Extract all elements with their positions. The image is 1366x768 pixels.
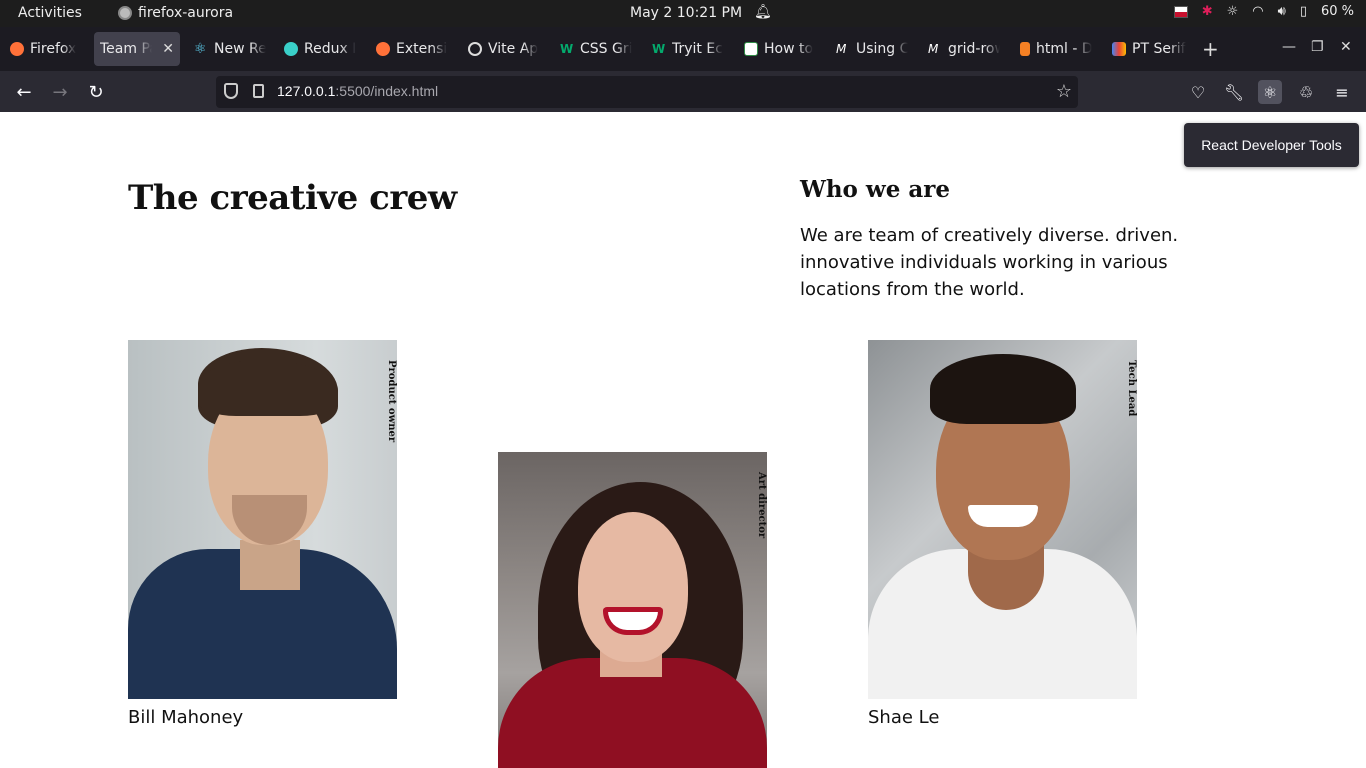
member-card: Product owner Bill Mahoney <box>128 340 397 728</box>
url-bar[interactable]: 127.0.0.1:5500/index.html ☆ <box>216 76 1078 108</box>
slack-icon: ✱ <box>1201 4 1213 19</box>
bookmark-star-icon[interactable]: ☆ <box>1056 81 1072 102</box>
tab-vite-app[interactable]: Vite Ap <box>462 32 546 66</box>
member-photo: Product owner <box>128 340 397 699</box>
tab-html[interactable]: html - D <box>1014 32 1098 66</box>
reload-button[interactable]: ↻ <box>83 79 109 105</box>
forward-button[interactable]: → <box>47 79 73 105</box>
tooltip-react-devtools: React Developer Tools <box>1184 123 1359 167</box>
volume-icon: 🔊︎ <box>1277 4 1286 19</box>
member-role: Product owner <box>386 360 397 443</box>
firefox-icon <box>10 42 24 56</box>
page-icon[interactable] <box>253 84 264 98</box>
tab-firefox[interactable]: Firefox <box>4 32 86 66</box>
member-name: Bill Mahoney <box>128 707 244 728</box>
app-menu[interactable]: firefox-aurora <box>118 5 233 21</box>
tab-tryit-editor[interactable]: W Tryit Ec <box>646 32 730 66</box>
w3-icon: W <box>652 42 666 56</box>
member-photo: Art director <box>498 452 767 768</box>
stackoverflow-icon <box>1020 42 1030 56</box>
system-tray[interactable]: ✱ ☼ ◠ 🔊︎ ▯ 60 % <box>1173 4 1354 19</box>
member-card: Tech Lead Shae Le <box>868 340 1137 728</box>
member-name: Shae Le <box>868 707 940 728</box>
bell-icon: 🔔︎ <box>754 4 772 20</box>
firefox-aurora-icon <box>118 6 132 20</box>
app-name: firefox-aurora <box>138 5 234 21</box>
tab-using-css[interactable]: M Using C <box>830 32 914 66</box>
member-role: Art director <box>756 472 767 539</box>
gfg-icon <box>744 42 758 56</box>
member-role: Tech Lead <box>1126 360 1137 417</box>
redux-icon <box>284 42 298 56</box>
page-title: The creative crew <box>128 178 457 218</box>
tab-strip: Firefox Team Pa ✕ ⚛ New Re Redux I Exten… <box>0 27 1366 71</box>
nav-toolbar: ← → ↻ 127.0.0.1:5500/index.html ☆ ♡ 🔧︎ ⚛… <box>0 71 1366 112</box>
back-button[interactable]: ← <box>11 79 37 105</box>
tab-new-react[interactable]: ⚛ New Re <box>188 32 272 66</box>
tab-css-grid[interactable]: W CSS Gri <box>554 32 638 66</box>
brightness-icon: ☼ <box>1226 4 1239 19</box>
restore-icon[interactable]: ❐ <box>1311 39 1324 55</box>
pocket-icon[interactable]: ♡ <box>1186 80 1210 104</box>
info-icon <box>468 42 482 56</box>
battery-level: 60 % <box>1320 4 1354 19</box>
who-we-are-text: We are team of creatively diverse. drive… <box>800 225 1179 300</box>
tab-team-page[interactable]: Team Pa ✕ <box>94 32 180 66</box>
battery-icon: ▯ <box>1299 4 1307 19</box>
react-devtools-icon[interactable]: ⚛ <box>1258 80 1282 104</box>
react-icon: ⚛ <box>194 41 207 57</box>
google-fonts-icon <box>1112 42 1126 56</box>
close-window-icon[interactable]: ✕ <box>1340 39 1352 55</box>
tab-redux[interactable]: Redux I <box>278 32 362 66</box>
tab-extensions[interactable]: Extensi <box>370 32 454 66</box>
tab-grid-row[interactable]: M grid-row <box>922 32 1006 66</box>
mdn-icon: M <box>836 42 847 56</box>
close-tab-icon[interactable]: ✕ <box>162 41 174 57</box>
w3-icon: W <box>560 42 574 56</box>
mdn-icon: M <box>928 42 939 56</box>
page-content: The creative crew Who we are We are team… <box>0 112 1366 768</box>
system-top-bar: Activities firefox-aurora May 2 10:21 PM… <box>0 0 1366 27</box>
tab-pt-serif[interactable]: PT Serif <box>1106 32 1192 66</box>
wifi-icon: ◠ <box>1252 4 1264 19</box>
activities-button[interactable]: Activities <box>18 5 82 21</box>
member-photo: Tech Lead <box>868 340 1137 699</box>
member-card: Art director <box>498 452 767 768</box>
firefox-icon <box>376 42 390 56</box>
clock[interactable]: May 2 10:21 PM <box>630 5 742 21</box>
tab-how-to[interactable]: How to <box>738 32 822 66</box>
shield-icon[interactable] <box>224 83 238 99</box>
url-text[interactable]: 127.0.0.1:5500/index.html <box>277 83 438 99</box>
menu-icon[interactable]: ≡ <box>1330 80 1354 104</box>
minimize-icon[interactable]: — <box>1282 39 1296 55</box>
wrench-icon[interactable]: 🔧︎ <box>1222 80 1246 104</box>
who-we-are-heading: Who we are <box>800 176 950 203</box>
flag-icon <box>1173 5 1188 18</box>
new-tab-button[interactable]: + <box>1202 39 1219 59</box>
redux-devtools-icon[interactable]: ♲ <box>1294 80 1318 104</box>
